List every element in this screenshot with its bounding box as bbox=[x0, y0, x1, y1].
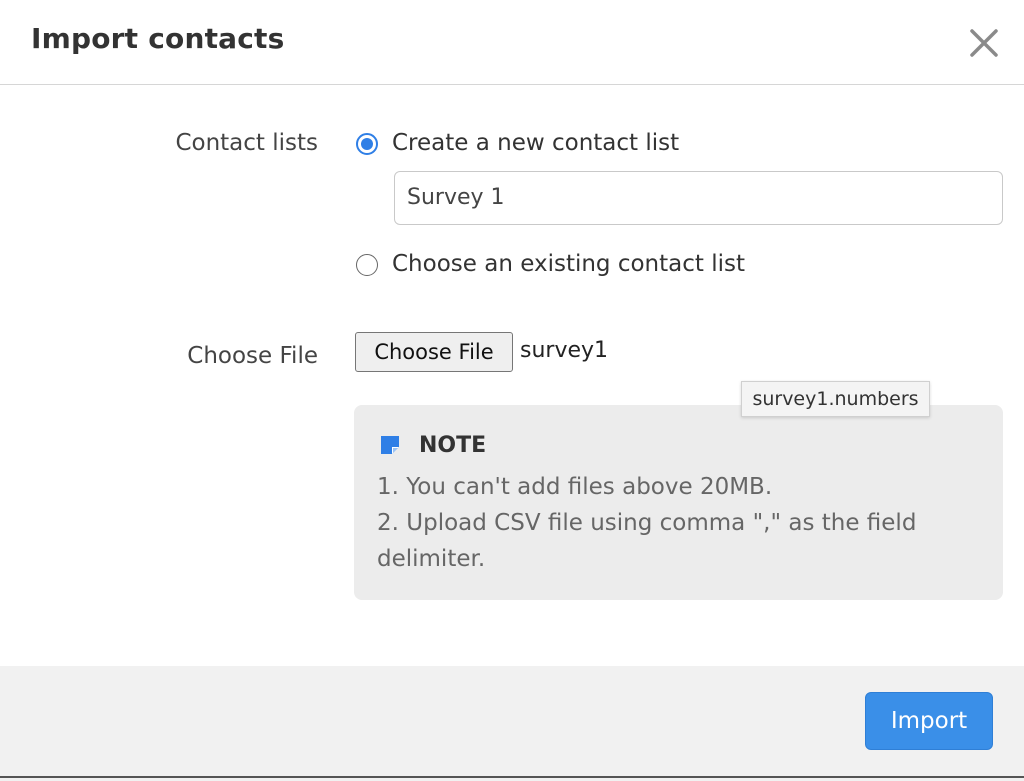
dialog-header: Import contacts bbox=[0, 0, 1024, 85]
bottom-divider bbox=[0, 776, 1024, 778]
file-name-tooltip: survey1.numbers bbox=[741, 381, 930, 417]
dialog-title: Import contacts bbox=[31, 22, 285, 55]
choose-existing-list-option-label[interactable]: Choose an existing contact list bbox=[392, 251, 745, 277]
choose-existing-list-radio[interactable] bbox=[356, 254, 378, 276]
choose-file-label: Choose File bbox=[187, 343, 318, 369]
new-list-name-input[interactable]: Survey 1 bbox=[394, 171, 1003, 225]
close-icon[interactable] bbox=[966, 25, 1002, 61]
note-title: NOTE bbox=[419, 433, 487, 458]
selected-file-name: survey1 bbox=[520, 338, 609, 363]
choose-file-button[interactable]: Choose File bbox=[355, 332, 513, 372]
note-line-2: 2. Upload CSV file using comma "," as th… bbox=[377, 510, 917, 536]
create-new-list-radio[interactable] bbox=[356, 133, 378, 155]
note-line-1: 1. You can't add files above 20MB. bbox=[377, 474, 773, 500]
note-icon bbox=[381, 436, 399, 454]
import-button[interactable]: Import bbox=[865, 692, 993, 750]
contact-lists-label: Contact lists bbox=[175, 130, 318, 156]
note-line-3: delimiter. bbox=[377, 546, 486, 572]
create-new-list-option-label[interactable]: Create a new contact list bbox=[392, 130, 679, 156]
